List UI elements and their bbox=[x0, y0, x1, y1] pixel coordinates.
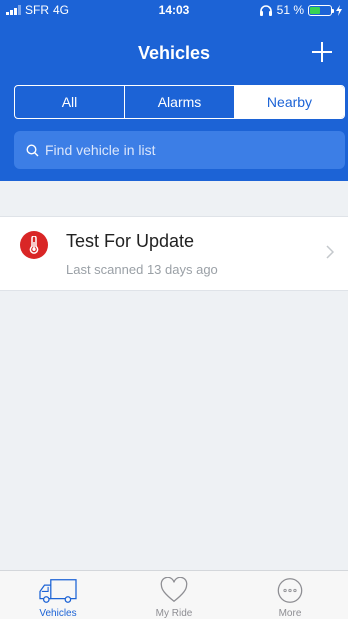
status-bar: SFR 4G 14:03 51 % bbox=[0, 0, 348, 20]
heart-icon bbox=[160, 577, 188, 603]
charging-icon bbox=[336, 4, 342, 16]
tab-label-vehicles: Vehicles bbox=[39, 608, 77, 619]
battery-fill bbox=[310, 6, 321, 14]
headphones-icon bbox=[259, 4, 272, 16]
thermometer-icon bbox=[20, 231, 48, 259]
segmented-control: All Alarms Nearby bbox=[14, 85, 345, 119]
add-vehicle-button[interactable] bbox=[310, 40, 334, 64]
section-spacer bbox=[0, 181, 348, 217]
vehicle-row[interactable]: Test For Update Last scanned 13 days ago bbox=[0, 217, 348, 291]
search-bar bbox=[14, 131, 345, 169]
truck-icon bbox=[39, 579, 77, 603]
vehicle-last-scanned: Last scanned 13 days ago bbox=[66, 262, 218, 277]
search-icon bbox=[26, 143, 39, 156]
battery-percent: 51 % bbox=[276, 3, 304, 17]
tab-label-more: More bbox=[278, 608, 302, 619]
more-icon bbox=[277, 578, 303, 603]
page-title: Vehicles bbox=[137, 43, 211, 63]
segment-all[interactable]: All bbox=[15, 86, 125, 118]
segment-nearby[interactable]: Nearby bbox=[235, 86, 344, 118]
status-right: 51 % bbox=[259, 3, 342, 17]
tab-my-ride[interactable]: My Ride bbox=[116, 571, 232, 619]
tab-bar: Vehicles My Ride More bbox=[0, 570, 348, 619]
battery-icon bbox=[308, 4, 334, 16]
vehicle-name: Test For Update bbox=[66, 231, 195, 251]
search-input[interactable] bbox=[45, 142, 335, 158]
tab-more[interactable]: More bbox=[232, 571, 348, 619]
tab-label-my-ride: My Ride bbox=[155, 608, 193, 619]
header: SFR 4G 14:03 51 % Vehicles All Alarms Ne… bbox=[0, 0, 348, 181]
chevron-right-icon bbox=[326, 245, 334, 259]
segment-alarms[interactable]: Alarms bbox=[125, 86, 235, 118]
tab-vehicles[interactable]: Vehicles bbox=[0, 571, 116, 619]
